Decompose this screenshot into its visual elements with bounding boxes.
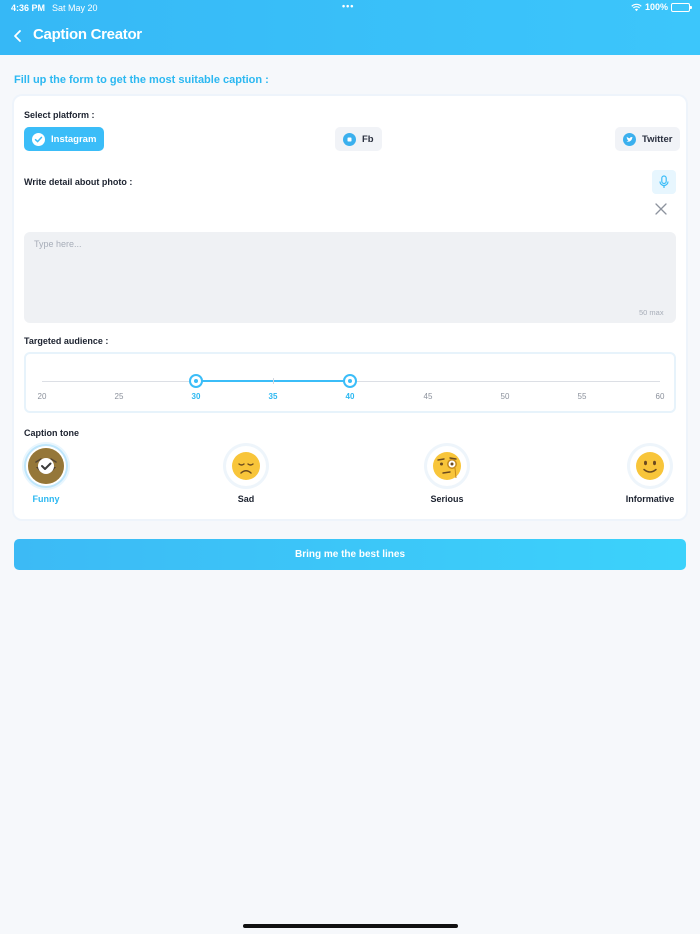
tone-informative[interactable]: Informative [620, 446, 680, 504]
platform-twitter-label: Twitter [642, 133, 673, 145]
tone-funny[interactable]: Funny [16, 446, 76, 504]
twitter-icon [623, 132, 636, 146]
form-card: Select platform : Instagram Fb Twitter W… [14, 96, 686, 519]
back-button[interactable] [10, 27, 26, 45]
tone-sad-label: Sad [237, 494, 255, 504]
platform-label: Select platform : [24, 110, 95, 120]
generate-captions-label: Bring me the best lines [294, 549, 406, 560]
platform-twitter-chip[interactable]: Twitter [615, 127, 681, 151]
page-title: Caption Creator [33, 26, 142, 43]
app-header: 4:36 PM Sat May 20 ••• 100% Caption Crea… [0, 0, 700, 55]
microphone-icon [659, 175, 669, 188]
tone-informative-label: Informative [625, 494, 675, 504]
wifi-icon [631, 3, 642, 11]
slider-tick-label: 30 [191, 392, 201, 401]
slider-tick-label: 20 [37, 392, 47, 401]
tone-serious[interactable]: Serious [417, 446, 477, 504]
home-indicator[interactable] [243, 924, 458, 928]
slider-tick-label: 50 [500, 392, 510, 401]
tone-informative-button[interactable] [630, 446, 670, 486]
disappointed-emoji-icon [232, 452, 260, 480]
battery-icon [671, 2, 692, 12]
char-limit: 50 max [639, 308, 664, 317]
slider-tick-label: 55 [577, 392, 587, 401]
microphone-button[interactable] [652, 170, 676, 194]
multitasking-dots-icon[interactable]: ••• [342, 1, 354, 11]
platform-fb-chip[interactable]: Fb [335, 127, 382, 151]
slider-tick-label: 25 [114, 392, 124, 401]
form-intro: Fill up the form to get the most suitabl… [14, 74, 269, 86]
tone-funny-label: Funny [32, 494, 60, 504]
platform-instagram-label: Instagram [51, 133, 97, 145]
slider-tick-label: 60 [655, 392, 665, 401]
close-icon[interactable] [654, 202, 668, 216]
status-time: 4:36 PM [11, 3, 46, 13]
slider-tick-label: 40 [345, 392, 355, 401]
smiling-emoji-icon [636, 452, 664, 480]
monocle-emoji-icon [433, 452, 461, 480]
generate-captions-button[interactable]: Bring me the best lines [14, 539, 686, 570]
status-indicators: 100% [631, 2, 692, 12]
slider-min-handle[interactable] [189, 374, 203, 388]
slider-tick-label: 35 [268, 392, 278, 401]
status-bar: 4:36 PM Sat May 20 ••• 100% [0, 0, 700, 16]
slider-max-handle[interactable] [343, 374, 357, 388]
tone-serious-button[interactable] [427, 446, 467, 486]
age-range-slider[interactable]: 20 25 30 35 40 45 50 55 60 [24, 352, 676, 413]
tone-sad[interactable]: Sad [216, 446, 276, 504]
status-date: Sat May 20 [52, 3, 98, 13]
slider-tick-label: 45 [423, 392, 433, 401]
platform-instagram-chip[interactable]: Instagram [24, 127, 105, 151]
tone-label: Caption tone [24, 428, 79, 438]
battery-percent: 100% [644, 2, 668, 12]
detail-label: Write detail about photo : [24, 177, 133, 187]
platform-fb-label: Fb [362, 133, 374, 145]
tone-serious-label: Serious [430, 494, 464, 504]
laughing-emoji-icon [28, 448, 64, 484]
checkmark-icon [32, 132, 45, 146]
tone-funny-button[interactable] [26, 446, 66, 486]
photo-detail-input[interactable] [24, 232, 676, 323]
slider-tick [273, 378, 274, 384]
tone-sad-button[interactable] [226, 446, 266, 486]
facebook-icon [343, 132, 356, 146]
audience-label: Targeted audience : [24, 336, 109, 346]
